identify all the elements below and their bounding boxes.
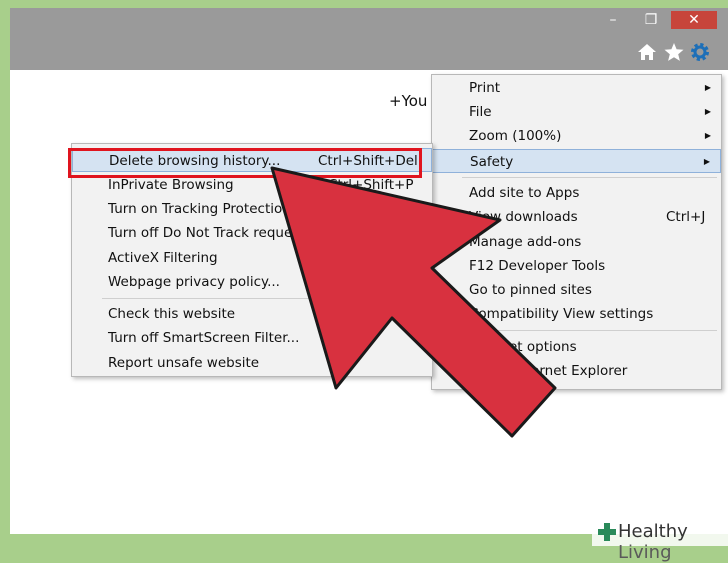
menu-separator xyxy=(462,177,717,178)
menu-item-label: Turn on Tracking Protection xyxy=(108,201,291,217)
menu-item-label: Turn off SmartScreen Filter... xyxy=(108,330,300,346)
menu-item-label: Webpage privacy policy... xyxy=(108,274,280,290)
safety-submenu: Delete browsing history... Ctrl+Shift+De… xyxy=(68,143,433,377)
menu-item-delete-browsing-history[interactable]: Delete browsing history... Ctrl+Shift+De… xyxy=(68,148,432,178)
menu-item-file[interactable]: File ▶ xyxy=(432,100,721,124)
menu-item-label: Check this website xyxy=(108,306,236,322)
menu-item-label: Go to pinned sites xyxy=(469,282,592,298)
menu-item-activex-filtering[interactable]: ActiveX Filtering xyxy=(72,246,432,270)
menu-item-inprivate-browsing[interactable]: InPrivate Browsing Ctrl+Shift+P xyxy=(72,173,432,197)
menu-item-view-downloads[interactable]: View downloads Ctrl+J xyxy=(432,205,721,229)
menu-item-smartscreen[interactable]: Turn off SmartScreen Filter... xyxy=(72,326,432,350)
menu-separator xyxy=(462,330,717,331)
menu-item-privacy-policy[interactable]: Webpage privacy policy... xyxy=(72,270,432,294)
menu-item-label: F12 Developer Tools xyxy=(469,258,606,274)
title-bar: – ❐ ✕ xyxy=(10,8,728,70)
menu-item-label: Zoom (100%) xyxy=(469,128,562,144)
menu-item-label: Report unsafe website xyxy=(108,355,260,371)
menu-item-report-unsafe[interactable]: Report unsafe website xyxy=(72,351,432,375)
menu-item-label: File xyxy=(469,104,492,120)
menu-item-safety[interactable]: Safety ▶ xyxy=(432,149,721,173)
tools-menu: Print ▶ File ▶ Zoom (100%) ▶ Safety ▶ Ad… xyxy=(431,74,722,390)
menu-item-label: Internet options xyxy=(469,339,577,355)
menu-item-about[interactable]: About Internet Explorer xyxy=(432,359,721,383)
menu-item-label: Safety xyxy=(470,154,514,170)
watermark-brand-part1: Healthy xyxy=(618,521,688,542)
page-text: +You xyxy=(389,92,428,110)
menu-item-compatibility-view[interactable]: Compatibility View settings xyxy=(432,302,721,326)
menu-item-label: InPrivate Browsing xyxy=(108,177,234,193)
menu-item-label: ActiveX Filtering xyxy=(108,250,218,266)
menu-item-internet-options[interactable]: Internet options xyxy=(432,335,721,359)
menu-item-label: Turn off Do Not Track requests xyxy=(108,225,312,241)
menu-item-tracking-protection[interactable]: Turn on Tracking Protection xyxy=(72,197,432,221)
menu-item-pinned-sites[interactable]: Go to pinned sites xyxy=(432,278,721,302)
menu-item-check-website[interactable]: Check this website xyxy=(72,302,432,326)
minimize-icon[interactable]: – xyxy=(600,11,626,29)
watermark-brand: Healthy Living xyxy=(618,521,728,563)
menu-item-manage-add-ons[interactable]: Manage add-ons xyxy=(432,230,721,254)
maximize-icon[interactable]: ❐ xyxy=(638,11,664,29)
menu-item-zoom[interactable]: Zoom (100%) ▶ xyxy=(432,124,721,148)
close-icon[interactable]: ✕ xyxy=(671,11,717,29)
menu-item-label: Print xyxy=(469,80,501,96)
chevron-right-icon: ▶ xyxy=(704,83,711,92)
menu-item-label: About Internet Explorer xyxy=(469,363,628,379)
gear-icon[interactable] xyxy=(689,41,711,63)
menu-item-shortcut: Ctrl+J xyxy=(666,209,706,225)
menu-item-label: Manage add-ons xyxy=(469,234,582,250)
menu-item-do-not-track[interactable]: Turn off Do Not Track requests xyxy=(72,221,432,245)
chevron-right-icon: ▶ xyxy=(704,107,711,116)
menu-separator xyxy=(102,298,428,299)
home-icon[interactable] xyxy=(636,41,658,63)
browser-window: – ❐ ✕ +You Print ▶ File ▶ Zoom (100%) ▶ … xyxy=(10,8,728,534)
watermark-brand-part2: Living xyxy=(618,542,672,563)
plus-logo-icon xyxy=(598,523,616,541)
watermark: Healthy Living xyxy=(592,518,728,563)
star-icon[interactable] xyxy=(663,41,685,63)
menu-item-label: View downloads xyxy=(469,209,578,225)
chevron-right-icon: ▶ xyxy=(703,157,710,166)
menu-item-label: Add site to Apps xyxy=(469,185,580,201)
menu-item-print[interactable]: Print ▶ xyxy=(432,76,721,100)
menu-item-label: Compatibility View settings xyxy=(469,306,654,322)
chevron-right-icon: ▶ xyxy=(704,131,711,140)
menu-item-f12-developer-tools[interactable]: F12 Developer Tools xyxy=(432,254,721,278)
menu-item-add-site-to-apps[interactable]: Add site to Apps xyxy=(432,181,721,205)
menu-item-shortcut: Ctrl+Shift+P xyxy=(328,177,414,193)
